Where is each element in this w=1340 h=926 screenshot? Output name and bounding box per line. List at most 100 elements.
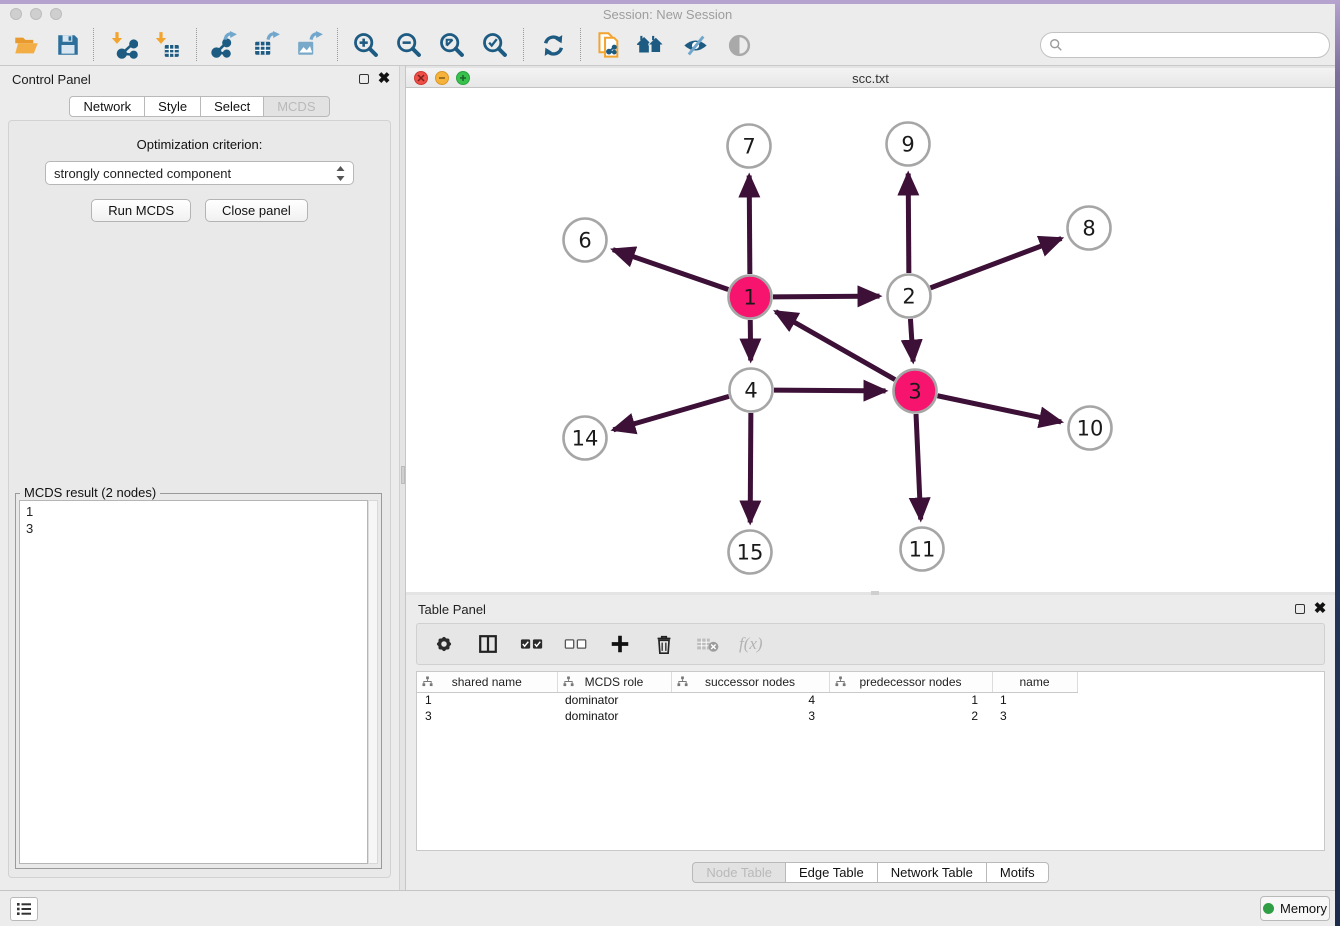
export-network-button[interactable]: [206, 27, 242, 63]
mcds-result-groupbox: MCDS result (2 nodes) 13: [15, 493, 382, 869]
tab-motifs[interactable]: Motifs: [987, 862, 1049, 883]
delete-column-button[interactable]: [651, 631, 677, 657]
zoom-fit-button[interactable]: [434, 27, 470, 63]
table-toolbar: f(x): [416, 623, 1325, 665]
tab-network-table[interactable]: Network Table: [878, 862, 987, 883]
tab-style[interactable]: Style: [145, 96, 201, 117]
show-graphics-button[interactable]: [721, 27, 757, 63]
optimization-criterion-select[interactable]: strongly connected component: [45, 161, 354, 185]
tab-select[interactable]: Select: [201, 96, 264, 117]
export-image-icon: [296, 31, 324, 59]
close-table-panel-button[interactable]: ✖: [1313, 602, 1327, 616]
import-table-icon: [154, 31, 182, 59]
unselect-all-columns-button[interactable]: [563, 631, 589, 657]
function-builder-button-disabled[interactable]: f(x): [739, 631, 763, 657]
table-cell[interactable]: 2: [829, 708, 992, 724]
graph-edge[interactable]: [938, 396, 1062, 422]
plus-icon: [609, 633, 631, 655]
table-cell[interactable]: 1: [417, 692, 557, 708]
graph-edge[interactable]: [910, 319, 913, 362]
mcds-tab-content: Optimization criterion: strongly connect…: [8, 120, 391, 878]
zoom-out-button[interactable]: [391, 27, 427, 63]
graph-edge[interactable]: [916, 414, 921, 520]
refresh-icon: [540, 32, 567, 59]
checked-boxes-icon: [520, 637, 544, 651]
column-header-name[interactable]: name: [992, 672, 1077, 692]
table-row[interactable]: 1dominator411: [417, 692, 1324, 708]
result-scrollbar[interactable]: [368, 500, 378, 864]
table-cell[interactable]: 3: [417, 708, 557, 724]
columns-icon: [477, 633, 499, 655]
show-column-button[interactable]: [475, 631, 501, 657]
zoom-selected-button[interactable]: [477, 27, 513, 63]
tab-network[interactable]: Network: [69, 96, 145, 117]
graph-node-label: 3: [908, 380, 921, 404]
table-cell[interactable]: 1: [829, 692, 992, 708]
hide-graphics-button[interactable]: [677, 27, 713, 63]
table-cell[interactable]: dominator: [557, 708, 671, 724]
graph-edge[interactable]: [776, 312, 895, 380]
select-all-columns-button[interactable]: [519, 631, 545, 657]
run-mcds-button[interactable]: Run MCDS: [91, 199, 191, 222]
float-panel-button[interactable]: [357, 72, 371, 86]
panel-splitter[interactable]: [399, 66, 406, 890]
table-settings-button[interactable]: [431, 631, 457, 657]
graph-edge[interactable]: [773, 296, 880, 297]
status-bar: Memory: [0, 890, 1340, 926]
apply-layout-button[interactable]: [535, 27, 571, 63]
graph-edge[interactable]: [749, 175, 750, 274]
search-icon: [1049, 38, 1063, 52]
control-panel: Control Panel ✖ Network Style Select MCD…: [0, 66, 399, 890]
table-cell: [1077, 708, 1324, 724]
graph-edge[interactable]: [613, 396, 729, 429]
export-network-icon: [210, 31, 238, 59]
network-canvas[interactable]: 7968124314101511: [406, 88, 1335, 592]
table-row[interactable]: 3dominator323: [417, 708, 1324, 724]
graph-node-label: 4: [744, 379, 757, 403]
table-cell[interactable]: dominator: [557, 692, 671, 708]
table-cell[interactable]: 3: [671, 708, 829, 724]
column-header-shared-name[interactable]: shared name: [417, 672, 557, 692]
float-icon: [1295, 604, 1305, 614]
graph-edge[interactable]: [931, 238, 1062, 287]
graph-edge[interactable]: [774, 390, 886, 391]
table-cell[interactable]: 3: [992, 708, 1077, 724]
tab-mcds[interactable]: MCDS: [264, 96, 329, 117]
import-table-button[interactable]: [150, 27, 186, 63]
export-image-button[interactable]: [292, 27, 328, 63]
memory-button[interactable]: Memory: [1260, 896, 1330, 921]
splitter-handle[interactable]: [401, 466, 405, 484]
column-header-successor-nodes[interactable]: successor nodes: [671, 672, 829, 692]
tab-node-table[interactable]: Node Table: [692, 862, 786, 883]
graph-node-label: 7: [742, 135, 755, 159]
table-cell[interactable]: 4: [671, 692, 829, 708]
import-network-button[interactable]: [106, 27, 142, 63]
save-session-button[interactable]: [50, 27, 86, 63]
graph-edge[interactable]: [908, 173, 909, 273]
table-cell[interactable]: 1: [992, 692, 1077, 708]
cybrowser-button[interactable]: [633, 27, 669, 63]
export-table-button[interactable]: [249, 27, 285, 63]
open-session-button[interactable]: [8, 27, 44, 63]
create-column-button[interactable]: [607, 631, 633, 657]
graph-node-label: 15: [737, 541, 764, 565]
network-graph[interactable]: 7968124314101511: [406, 88, 1335, 592]
table-panel: Table Panel ✖: [406, 595, 1335, 890]
network-from-file-button[interactable]: [591, 27, 627, 63]
column-header-predecessor-nodes[interactable]: predecessor nodes: [829, 672, 992, 692]
search-input[interactable]: [1063, 35, 1329, 55]
tab-edge-table[interactable]: Edge Table: [786, 862, 878, 883]
close-panel-button-mcds[interactable]: Close panel: [205, 199, 308, 222]
window-title: Session: New Session: [0, 7, 1335, 22]
search-field[interactable]: [1040, 32, 1330, 58]
task-history-button[interactable]: [10, 897, 38, 921]
graph-edge[interactable]: [750, 413, 751, 523]
zoom-in-button[interactable]: [348, 27, 384, 63]
float-table-panel-button[interactable]: [1293, 602, 1307, 616]
mcds-result-item: 3: [26, 520, 361, 537]
graph-edge[interactable]: [613, 250, 728, 290]
close-panel-button[interactable]: ✖: [377, 72, 391, 86]
delete-table-button-disabled[interactable]: [695, 631, 721, 657]
mcds-result-list[interactable]: 13: [19, 500, 368, 864]
column-header-mcds-role[interactable]: MCDS role: [557, 672, 671, 692]
